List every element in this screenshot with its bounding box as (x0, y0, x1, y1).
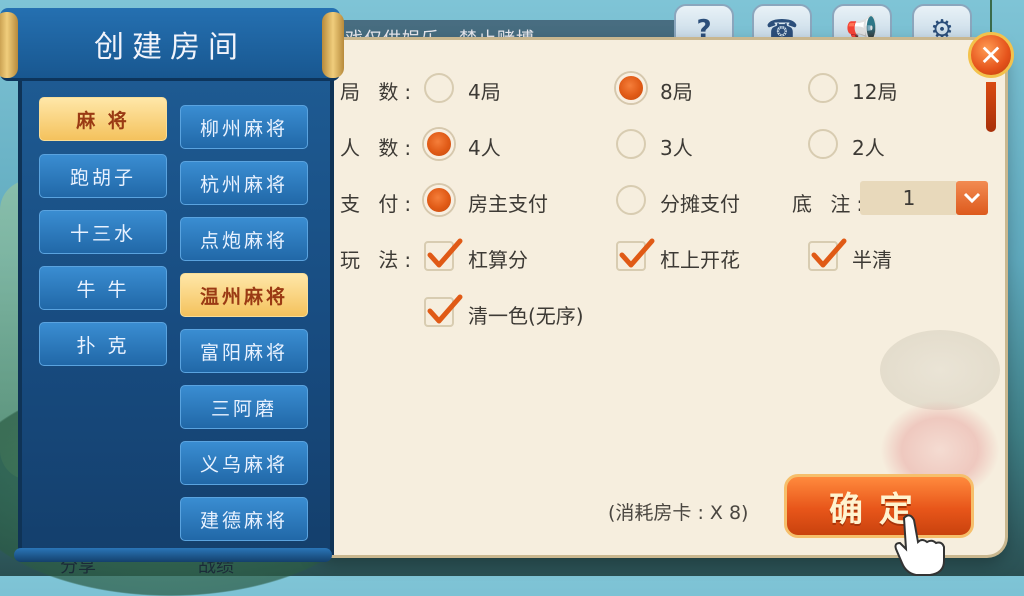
variant-jiande[interactable]: 建德麻将 (180, 497, 308, 541)
category-paohuzi[interactable]: 跑胡子 (39, 154, 167, 198)
variant-dianpao[interactable]: 点炮麻将 (180, 217, 308, 261)
lotus-leaf-decoration (880, 330, 1000, 410)
room-card-cost: (消耗房卡 : X 8) (608, 502, 749, 524)
variant-hangzhou[interactable]: 杭州麻将 (180, 161, 308, 205)
rule-checkbox-gang-flower[interactable] (616, 238, 655, 271)
tassel-decoration (986, 82, 996, 132)
payment-radio-owner[interactable] (424, 185, 454, 215)
payment-option-owner: 房主支付 (468, 192, 548, 216)
rounds-option-12: 12局 (852, 80, 898, 104)
category-poker[interactable]: 扑 克 (39, 322, 167, 366)
rule-checkbox-pure-suit[interactable] (424, 294, 463, 327)
players-radio-3[interactable] (616, 129, 646, 159)
category-shisanshui[interactable]: 十三水 (39, 210, 167, 254)
close-string (990, 0, 992, 34)
scroll-bottom-roll (14, 548, 332, 562)
variant-wenzhou[interactable]: 温州麻将 (180, 273, 308, 317)
variant-liuzhou[interactable]: 柳州麻将 (180, 105, 308, 149)
players-option-4: 4人 (468, 136, 501, 160)
base-stake-value[interactable]: 1 (860, 181, 958, 215)
rounds-radio-8[interactable] (616, 73, 646, 103)
payment-label: 支 付: (340, 192, 418, 216)
close-icon: ✕ (979, 38, 1003, 72)
rule-checkbox-half-clean[interactable] (808, 238, 847, 271)
variant-fuyang[interactable]: 富阳麻将 (180, 329, 308, 373)
base-stake-label: 底 注: (792, 192, 870, 216)
rounds-option-4: 4局 (468, 80, 501, 104)
page-title: 创建房间 (94, 30, 246, 65)
rule-option-gang-score: 杠算分 (468, 248, 528, 272)
players-radio-4[interactable] (424, 129, 454, 159)
players-option-2: 2人 (852, 136, 885, 160)
checkmark-icon (811, 238, 847, 268)
variant-yiwu[interactable]: 义乌麻将 (180, 441, 308, 485)
category-niuniu[interactable]: 牛 牛 (39, 266, 167, 310)
checkmark-icon (619, 238, 655, 268)
payment-option-split: 分摊支付 (660, 192, 740, 216)
payment-radio-split[interactable] (616, 185, 646, 215)
rounds-radio-12[interactable] (808, 73, 838, 103)
players-label: 人 数: (340, 136, 418, 160)
rule-option-pure-suit: 清一色(无序) (468, 304, 584, 328)
players-option-3: 3人 (660, 136, 693, 160)
players-radio-2[interactable] (808, 129, 838, 159)
rounds-option-8: 8局 (660, 80, 693, 104)
rules-label: 玩 法: (340, 248, 418, 272)
close-button[interactable]: ✕ (968, 32, 1014, 78)
checkmark-icon (427, 294, 463, 324)
chevron-down-icon[interactable] (956, 181, 988, 215)
rule-option-half-clean: 半清 (852, 248, 892, 272)
checkmark-icon (427, 238, 463, 268)
category-mahjong[interactable]: 麻 将 (39, 97, 167, 141)
rounds-label: 局 数: (340, 80, 418, 104)
rule-option-gang-flower: 杠上开花 (660, 248, 740, 272)
variant-sanamo[interactable]: 三阿磨 (180, 385, 308, 429)
rule-checkbox-gang-score[interactable] (424, 238, 463, 271)
pointing-hand-icon (894, 514, 945, 576)
rounds-radio-4[interactable] (424, 73, 454, 103)
